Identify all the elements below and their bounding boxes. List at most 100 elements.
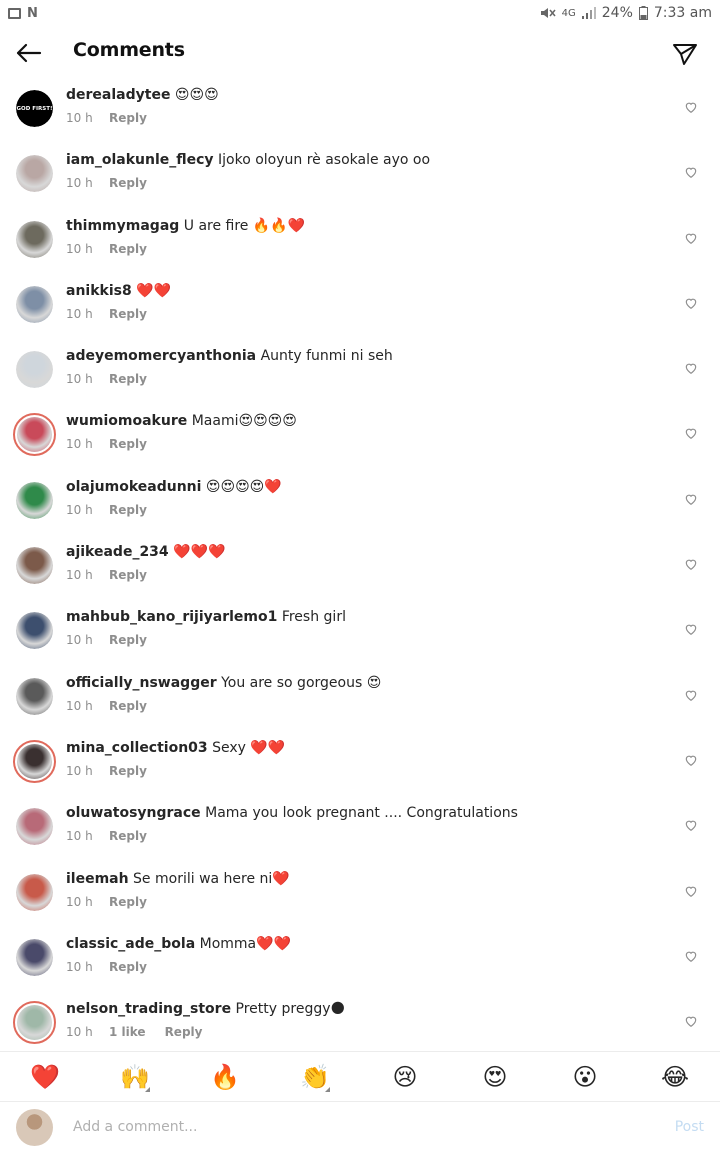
quick-emoji-button[interactable]: 👏: [270, 1052, 360, 1102]
reply-button[interactable]: Reply: [109, 503, 147, 517]
comment-like-count[interactable]: 1 like: [109, 1025, 146, 1039]
reply-button[interactable]: Reply: [109, 699, 147, 713]
heart-outline-icon: [685, 690, 697, 701]
heart-outline-icon: [685, 429, 697, 440]
quick-emoji-button[interactable]: ❤️: [0, 1052, 90, 1102]
like-comment-button[interactable]: [684, 752, 698, 766]
comment-line: thimmymagag U are fire 🔥🔥❤️: [66, 218, 305, 234]
avatar[interactable]: [16, 677, 53, 715]
comment-username[interactable]: oluwatosyngrace: [66, 805, 201, 821]
quick-emoji-button[interactable]: 😂: [630, 1052, 720, 1102]
comment-line: ajikeade_234 ❤️❤️❤️: [66, 544, 225, 560]
like-comment-button[interactable]: [684, 164, 698, 179]
signal-icon: [581, 7, 596, 19]
heart-outline-icon: [685, 755, 697, 766]
reply-button[interactable]: Reply: [109, 764, 147, 778]
comment-line: officially_nswagger You are so gorgeous …: [66, 675, 381, 691]
emoji-bar: ❤️ 🙌 🔥 👏 😢 😍 😮 😂: [0, 1051, 720, 1101]
comment-username[interactable]: ajikeade_234: [66, 544, 169, 560]
like-comment-button[interactable]: [684, 99, 698, 113]
comment-meta: 10 h Reply: [66, 829, 147, 843]
avatar[interactable]: [16, 481, 53, 519]
avatar[interactable]: [13, 1001, 56, 1045]
like-comment-button[interactable]: [684, 621, 698, 636]
avatar[interactable]: GOD FIRST!: [16, 90, 53, 127]
avatar-image: [16, 351, 53, 389]
reply-button[interactable]: Reply: [109, 633, 147, 647]
like-comment-button[interactable]: [684, 1013, 698, 1028]
reply-button[interactable]: Reply: [109, 176, 147, 190]
comment-username[interactable]: derealadytee: [66, 87, 170, 103]
reply-button[interactable]: Reply: [109, 372, 147, 386]
avatar-image: [16, 547, 53, 585]
avatar[interactable]: [16, 220, 53, 258]
avatar[interactable]: [16, 155, 53, 193]
comment-row: classic_ade_bola Momma❤️❤️ 10 h Reply: [0, 929, 720, 994]
like-comment-button[interactable]: [684, 295, 698, 309]
avatar[interactable]: [16, 612, 53, 650]
avatar[interactable]: [13, 413, 56, 457]
comment-username[interactable]: wumiomoakure: [66, 413, 187, 429]
like-comment-button[interactable]: [684, 230, 698, 244]
reply-button[interactable]: Reply: [109, 960, 147, 974]
reply-button[interactable]: Reply: [165, 1025, 203, 1039]
comment-row: oluwatosyngrace Mama you look pregnant .…: [0, 798, 720, 863]
share-button[interactable]: [670, 38, 700, 68]
avatar[interactable]: [16, 873, 53, 911]
comment-text: 😍😍😍😍❤️: [205, 478, 282, 495]
avatar[interactable]: [16, 351, 53, 389]
reply-button[interactable]: Reply: [109, 437, 147, 451]
comment-username[interactable]: classic_ade_bola: [66, 936, 195, 952]
like-comment-button[interactable]: [684, 687, 698, 701]
avatar-image: [16, 677, 53, 715]
reply-button[interactable]: Reply: [109, 568, 147, 582]
quick-emoji-button[interactable]: 🔥: [180, 1052, 270, 1102]
like-comment-button[interactable]: [684, 556, 698, 571]
like-comment-button[interactable]: [684, 948, 698, 962]
quick-emoji-button[interactable]: 😮: [540, 1052, 630, 1102]
post-button[interactable]: Post: [675, 1119, 704, 1135]
comment-username[interactable]: thimmymagag: [66, 218, 179, 234]
quick-emoji-button[interactable]: 😢: [360, 1052, 450, 1102]
back-button[interactable]: [14, 38, 44, 68]
comment-username[interactable]: iam_olakunle_flecy: [66, 152, 214, 168]
status-left: N: [8, 6, 38, 21]
avatar[interactable]: [16, 285, 53, 323]
comment-username[interactable]: olajumokeadunni: [66, 479, 201, 495]
avatar[interactable]: [16, 808, 53, 846]
page-title: Comments: [73, 39, 185, 61]
like-comment-button[interactable]: [684, 425, 698, 440]
comment-meta: 10 h Reply: [66, 176, 147, 190]
reply-button[interactable]: Reply: [109, 829, 147, 843]
quick-emoji-button[interactable]: 🙌: [90, 1052, 180, 1102]
comment-username[interactable]: nelson_trading_store: [66, 1001, 231, 1017]
comment-timestamp: 10 h: [66, 1025, 93, 1040]
comment-username[interactable]: mahbub_kano_rijiyarlemo1: [66, 609, 277, 625]
reply-button[interactable]: Reply: [109, 895, 147, 909]
heart-outline-icon: [685, 559, 697, 571]
heart-outline-icon: [685, 363, 697, 375]
avatar-image: [17, 743, 52, 779]
comment-username[interactable]: anikkis8: [66, 283, 132, 299]
comment-username[interactable]: ileemah: [66, 871, 129, 887]
comment-timestamp: 10 h: [66, 437, 93, 452]
like-comment-button[interactable]: [684, 360, 698, 375]
like-comment-button[interactable]: [684, 883, 698, 897]
comment-username[interactable]: mina_collection03: [66, 740, 208, 756]
avatar[interactable]: [16, 547, 53, 585]
reply-button[interactable]: Reply: [109, 307, 147, 321]
reply-button[interactable]: Reply: [109, 111, 147, 125]
image-icon: [8, 7, 21, 19]
avatar[interactable]: [13, 739, 56, 783]
comment-username[interactable]: officially_nswagger: [66, 675, 217, 691]
like-comment-button[interactable]: [684, 817, 698, 832]
avatar[interactable]: [16, 938, 53, 976]
comment-username[interactable]: adeyemomercyanthonia: [66, 348, 256, 364]
comment-input[interactable]: [73, 1116, 633, 1138]
mute-icon: [540, 8, 556, 18]
quick-emoji-button[interactable]: 😍: [450, 1052, 540, 1102]
emoji-glyph: 😮: [572, 1062, 598, 1091]
comment-line: wumiomoakure Maami😍😍😍😍: [66, 413, 297, 429]
like-comment-button[interactable]: [684, 491, 698, 505]
reply-button[interactable]: Reply: [109, 242, 147, 256]
